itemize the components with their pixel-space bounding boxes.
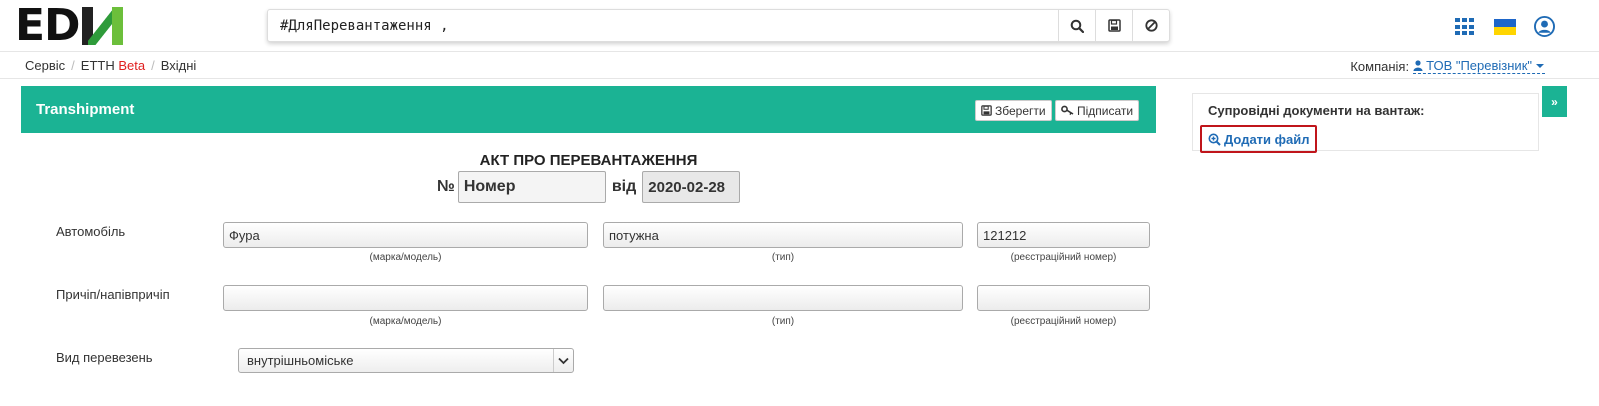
transport-type-label: Вид перевезень <box>56 350 153 365</box>
key-icon <box>1061 105 1074 115</box>
search-button[interactable] <box>1058 10 1095 41</box>
ukraine-flag-icon[interactable] <box>1494 19 1516 35</box>
collapse-sidebar-button[interactable]: » <box>1542 86 1567 117</box>
save-icon <box>981 105 992 116</box>
document-date-field[interactable]: 2020-02-28 <box>642 171 741 203</box>
top-bar: ED <box>0 0 1599 52</box>
double-chevron-right-icon: » <box>1551 94 1558 109</box>
sign-button[interactable]: Підписати <box>1055 100 1140 121</box>
company-selector: Компанія: ТОВ "Перевізник" <box>1350 58 1545 74</box>
transport-type-select[interactable]: внутрішньоміське <box>238 348 574 373</box>
vehicle-reg-hint: (реєстраційний номер) <box>1010 252 1117 263</box>
zoom-in-icon <box>1208 133 1221 146</box>
caret-down-icon <box>1536 63 1544 68</box>
trailer-label: Причіп/напівпричіп <box>56 287 170 302</box>
company-name: ТОВ "Перевізник" <box>1426 58 1532 73</box>
apps-icon[interactable] <box>1455 18 1475 36</box>
clear-icon <box>1144 19 1158 32</box>
trailer-reg-hint: (реєстраційний номер) <box>1010 316 1117 327</box>
panel-header: Transhipment Зберегти Підписати <box>21 86 1156 133</box>
vehicle-model-hint: (марка/модель) <box>369 252 442 263</box>
panel-title: Transhipment <box>36 101 135 118</box>
document-number-input[interactable] <box>457 171 606 203</box>
company-dropdown[interactable]: ТОВ "Перевізник" <box>1413 58 1545 74</box>
vehicle-model-input[interactable]: Фура <box>223 222 588 248</box>
breadcrumb: Сервіс / ЕТТН Beta / Вхідні <box>25 58 197 73</box>
date-prefix: від <box>611 178 637 195</box>
trailer-type-hint: (тип) <box>771 316 795 327</box>
save-icon <box>1107 19 1121 32</box>
save-search-button[interactable] <box>1095 10 1132 41</box>
search-icon <box>1070 19 1084 33</box>
person-icon <box>1413 60 1423 71</box>
add-file-button[interactable]: Додати файл <box>1200 125 1317 153</box>
breadcrumb-incoming: Вхідні <box>160 58 197 73</box>
transhipment-panel: Transhipment Зберегти Підписати АКТ ПРО … <box>21 86 1156 406</box>
transport-type-value: внутрішньоміське <box>247 353 354 368</box>
search-bar <box>267 9 1170 42</box>
vehicle-type-input[interactable]: потужна <box>603 222 963 248</box>
user-icon[interactable] <box>1534 16 1555 37</box>
breadcrumb-service[interactable]: Сервіс <box>25 58 65 73</box>
breadcrumb-bar: Сервіс / ЕТТН Beta / Вхідні Компанія: ТО… <box>0 52 1599 79</box>
vehicle-reg-input[interactable]: 121212 <box>977 222 1150 248</box>
trailer-model-hint: (марка/модель) <box>369 316 442 327</box>
trailer-model-input[interactable] <box>223 285 588 311</box>
document-number-row: № від 2020-02-28 <box>437 171 741 203</box>
save-button[interactable]: Зберегти <box>975 100 1052 121</box>
chevron-down-icon <box>553 349 573 372</box>
number-prefix: № <box>437 178 455 195</box>
attachments-panel: Супровідні документи на вантаж: Додати ф… <box>1192 93 1539 153</box>
document-title: АКТ ПРО ПЕРЕВАНТАЖЕННЯ <box>479 152 698 169</box>
vehicle-label: Автомобіль <box>56 224 126 239</box>
vehicle-type-hint: (тип) <box>771 252 795 263</box>
breadcrumb-ettn[interactable]: ЕТТН Beta <box>81 58 145 73</box>
attachments-title: Супровідні документи на вантаж: <box>1208 103 1425 118</box>
trailer-reg-input[interactable] <box>977 285 1150 311</box>
trailer-type-input[interactable] <box>603 285 963 311</box>
company-label: Компанія: <box>1350 58 1410 74</box>
search-input[interactable] <box>268 10 1058 41</box>
beta-badge: Beta <box>118 58 146 73</box>
clear-search-button[interactable] <box>1132 10 1169 41</box>
edin-logo[interactable]: ED <box>15 4 124 48</box>
